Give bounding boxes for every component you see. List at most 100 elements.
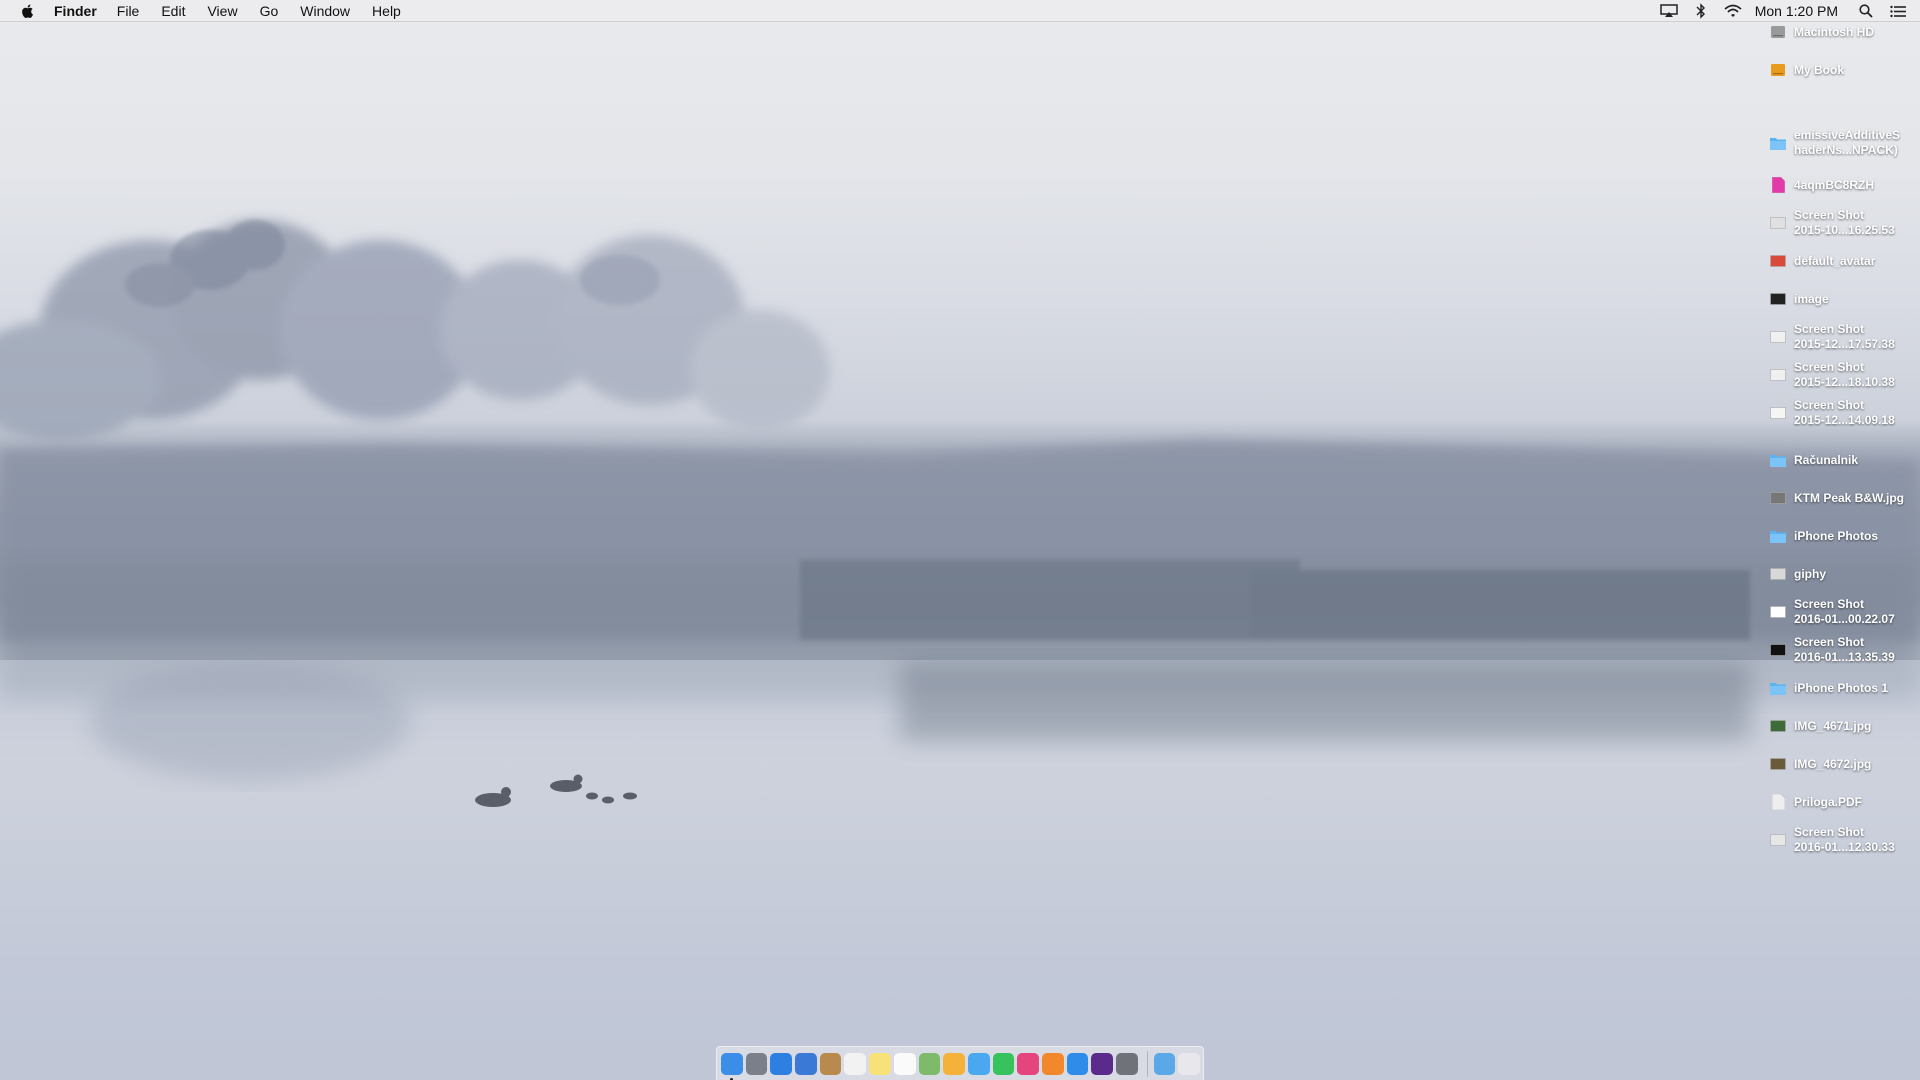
messages-icon[interactable] [967, 1052, 990, 1075]
desktop-item[interactable]: iPhone Photos [1770, 519, 1920, 553]
desktop-item[interactable]: Screen Shot 2016-01...00.22.07 [1770, 595, 1920, 629]
photo-thumbnail-icon [1770, 756, 1786, 772]
screenshot-thumbnail-icon [1770, 604, 1786, 620]
downloads-stack-icon[interactable] [1153, 1052, 1176, 1075]
menu-bar: Finder File Edit View Go Window Help Mon… [0, 0, 1920, 22]
itunes-icon[interactable] [1017, 1052, 1039, 1075]
photo-thumbnail-icon [1770, 718, 1786, 734]
system-preferences-icon[interactable] [1116, 1052, 1138, 1075]
desktop-item[interactable]: Screen Shot 2015-12...17.57.38 [1770, 320, 1920, 354]
facetime-icon[interactable] [992, 1052, 1015, 1075]
avatar-image-icon [1770, 253, 1786, 269]
menu-help[interactable]: Help [372, 0, 401, 22]
desktop-item-label: Računalnik [1794, 452, 1859, 467]
desktop-item[interactable]: Screen Shot 2015-12...18.10.38 [1770, 358, 1920, 392]
trash-icon[interactable] [1178, 1052, 1201, 1075]
spotlight-search-icon[interactable] [1856, 3, 1876, 19]
desktop-item-label: KTM Peak B&W.jpg [1794, 490, 1905, 505]
hard-drive-icon [1770, 24, 1786, 40]
ibooks-icon[interactable] [1041, 1052, 1064, 1075]
bluetooth-icon[interactable] [1691, 3, 1711, 19]
desktop-item[interactable]: Screen Shot 2015-12...14.09.18 [1770, 396, 1920, 430]
maps-icon[interactable] [918, 1052, 941, 1075]
launchpad-icon[interactable] [745, 1052, 768, 1075]
menu-go[interactable]: Go [260, 0, 279, 22]
desktop-item-label: giphy [1794, 566, 1826, 581]
external-drive-icon [1770, 62, 1786, 78]
desktop-item[interactable]: image [1770, 282, 1920, 316]
desktop-item[interactable]: Računalnik [1770, 443, 1920, 477]
desktop-item-label: IMG_4671.jpg [1794, 718, 1872, 733]
folder-icon [1770, 680, 1786, 696]
desktop-item-label: IMG_4672.jpg [1794, 756, 1872, 771]
app-store-icon[interactable] [1066, 1052, 1089, 1075]
desktop-item-label: My Book [1794, 62, 1845, 77]
misty-lake-scene [0, 220, 1920, 1080]
mail-icon[interactable] [795, 1052, 817, 1075]
folder-icon [1770, 452, 1786, 468]
desktop-item-label: Screen Shot 2015-10...16.25.53 [1794, 208, 1895, 237]
dock [716, 1046, 1204, 1080]
desktop-item-label: Screen Shot 2016-01...12.30.33 [1794, 825, 1895, 854]
affinity-designer-icon[interactable] [1091, 1052, 1113, 1075]
desktop-item[interactable]: Screen Shot 2015-10...16.25.53 [1770, 206, 1920, 240]
menu-view[interactable]: View [207, 0, 237, 22]
pink-document-icon [1770, 177, 1786, 193]
desktop-item-label: Screen Shot 2015-12...14.09.18 [1794, 398, 1895, 427]
desktop-item-label: Screen Shot 2016-01...00.22.07 [1794, 597, 1895, 626]
desktop-item[interactable]: KTM Peak B&W.jpg [1770, 481, 1920, 515]
reminders-icon[interactable] [893, 1052, 916, 1075]
pdf-document-icon [1770, 794, 1786, 810]
desktop-item[interactable]: Priloga.PDF [1770, 785, 1920, 819]
menu-window[interactable]: Window [300, 0, 350, 22]
desktop-item-label: Priloga.PDF [1794, 794, 1863, 809]
desktop-item[interactable]: My Book [1770, 53, 1920, 87]
apple-menu-icon[interactable] [20, 3, 36, 19]
desktop-item-label: Macintosh HD [1794, 24, 1875, 39]
desktop-wallpaper [0, 0, 1920, 1080]
desktop-item-label: Screen Shot 2015-12...17.57.38 [1794, 322, 1895, 351]
desktop-item[interactable]: default_avatar [1770, 244, 1920, 278]
desktop-item-label: emissiveAdditiveS haderNs...NPACK) [1794, 128, 1901, 157]
desktop-item-label: 4aqmBC8RZH [1794, 177, 1875, 192]
menu-edit[interactable]: Edit [161, 0, 185, 22]
menubar-clock[interactable]: Mon 1:20 PM [1755, 3, 1838, 19]
notification-center-icon[interactable] [1888, 3, 1908, 19]
calendar-icon[interactable] [844, 1052, 867, 1075]
desktop-item-label: image [1794, 291, 1829, 306]
screenshot-thumbnail-icon [1770, 329, 1786, 345]
desktop-item[interactable]: emissiveAdditiveS haderNs...NPACK) [1770, 126, 1920, 160]
desktop-item[interactable]: Screen Shot 2016-01...13.35.39 [1770, 633, 1920, 667]
desktop-item[interactable]: iPhone Photos 1 [1770, 671, 1920, 705]
dock-separator [1146, 1050, 1148, 1077]
screenshot-thumbnail-icon [1770, 832, 1786, 848]
photos-icon[interactable] [943, 1052, 965, 1075]
folder-icon [1770, 135, 1786, 151]
wifi-icon[interactable] [1723, 3, 1743, 19]
screenshot-thumbnail-icon [1770, 642, 1786, 658]
desktop-item-label: default_avatar [1794, 253, 1876, 268]
desktop-item[interactable]: 4aqmBC8RZH [1770, 168, 1920, 202]
safari-icon[interactable] [770, 1052, 793, 1075]
finder-icon[interactable] [721, 1052, 743, 1080]
desktop-item-label: Screen Shot 2015-12...18.10.38 [1794, 360, 1895, 389]
screenshot-thumbnail-icon [1770, 405, 1786, 421]
airplay-icon[interactable] [1659, 3, 1679, 19]
notes-icon[interactable] [869, 1052, 891, 1075]
menu-finder[interactable]: Finder [54, 0, 97, 22]
desktop-item[interactable]: IMG_4671.jpg [1770, 709, 1920, 743]
desktop-item-label: iPhone Photos [1794, 528, 1878, 543]
folder-icon [1770, 528, 1786, 544]
desktop-item[interactable]: Screen Shot 2016-01...12.30.33 [1770, 823, 1920, 857]
desktop-item-label: iPhone Photos 1 [1794, 680, 1889, 695]
photo-thumbnail-icon [1770, 490, 1786, 506]
screenshot-thumbnail-icon [1770, 367, 1786, 383]
dark-image-icon [1770, 291, 1786, 307]
screenshot-thumbnail-icon [1770, 215, 1786, 231]
gif-thumbnail-icon [1770, 566, 1786, 582]
contacts-icon[interactable] [819, 1052, 842, 1075]
desktop-item[interactable]: IMG_4672.jpg [1770, 747, 1920, 781]
desktop-item-label: Screen Shot 2016-01...13.35.39 [1794, 635, 1895, 664]
menu-file[interactable]: File [117, 0, 140, 22]
desktop-item[interactable]: giphy [1770, 557, 1920, 591]
